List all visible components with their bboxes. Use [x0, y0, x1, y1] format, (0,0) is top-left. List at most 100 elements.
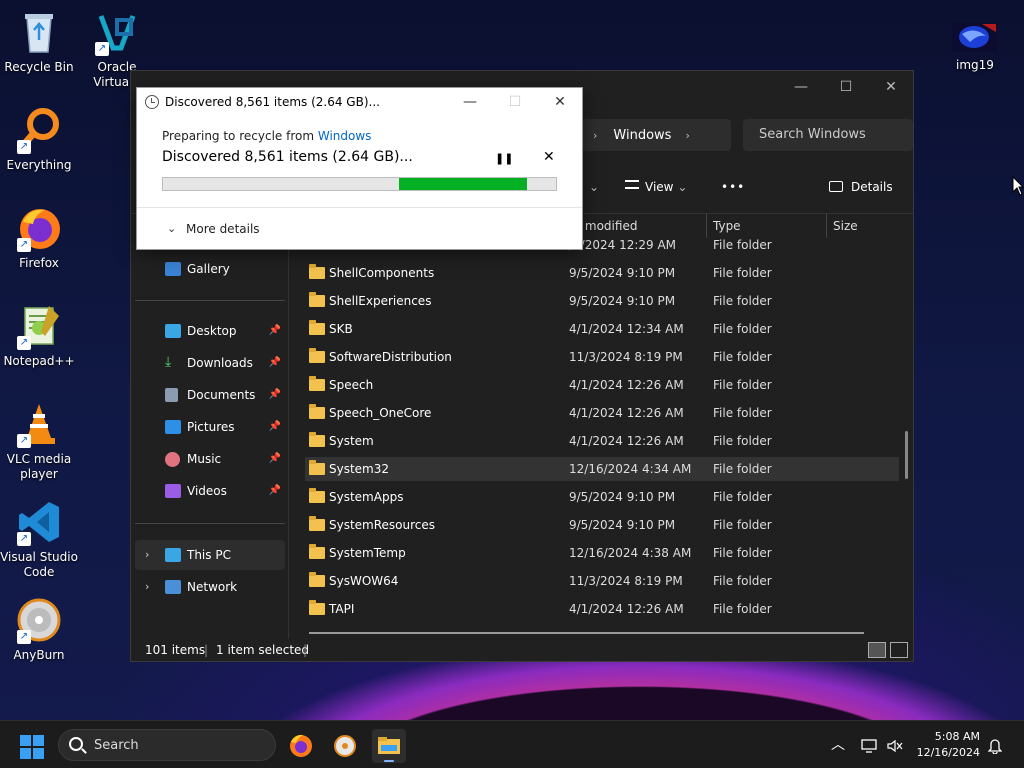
progress-bar [162, 177, 557, 191]
nav-item-downloads[interactable]: ⤓ Downloads 📌 [135, 348, 285, 378]
nav-item-music[interactable]: Music 📌 [135, 444, 285, 474]
folder-icon [309, 376, 325, 391]
desktop-icon-vscode[interactable]: ↗ Visual Studio Code [0, 498, 78, 580]
gallery-icon [165, 262, 181, 276]
pause-icon[interactable]: ❚❚ [495, 152, 513, 165]
table-row[interactable]: SysWOW64 11/3/2024 8:19 PM File folder [305, 569, 899, 593]
source-folder-link[interactable]: Windows [318, 129, 372, 143]
network-icon [165, 580, 181, 594]
desktop-icon-anyburn[interactable]: ↗ AnyBurn [0, 596, 78, 663]
discovered-status: Discovered 8,561 items (2.64 GB)... [162, 149, 413, 165]
expand-chevron-icon[interactable]: › [145, 572, 149, 602]
firefox-icon: ↗ [15, 204, 63, 252]
breadcrumb-chevron-icon[interactable]: › [685, 129, 689, 142]
system-clock[interactable]: 5:08 AM 12/16/2024 [910, 729, 980, 761]
close-button[interactable]: ✕ [871, 77, 911, 97]
details-pane-icon [829, 181, 843, 192]
table-row-selected[interactable]: System32 12/16/2024 4:34 AM File folder [305, 457, 899, 481]
desktop-icon-everything[interactable]: ↗ Everything [0, 106, 78, 173]
nav-item-videos[interactable]: Videos 📌 [135, 476, 285, 506]
dialog-title-bar[interactable]: Discovered 8,561 items (2.64 GB)... — ☐ … [137, 88, 582, 116]
vertical-scrollbar-thumb[interactable] [905, 431, 908, 479]
dialog-maximize-button: ☐ [508, 94, 522, 110]
start-button-windows-icon[interactable] [20, 735, 44, 759]
cancel-icon[interactable]: ✕ [543, 149, 555, 165]
notepad-plus-plus-icon: ↗ [15, 302, 63, 350]
horizontal-scrollbar-thumb[interactable] [309, 632, 864, 634]
videos-icon [165, 484, 181, 498]
more-options-button[interactable]: ••• [721, 171, 745, 203]
network-status-icon[interactable] [861, 721, 877, 768]
notification-bell-icon[interactable] [987, 721, 1003, 768]
dialog-close-button[interactable]: ✕ [537, 88, 583, 116]
pin-icon[interactable]: 📌 [269, 316, 281, 346]
desktop-icon-vlc[interactable]: ↗ VLC media player [0, 400, 78, 482]
desktop-icon-recycle-bin[interactable]: Recycle Bin [0, 8, 78, 75]
breadcrumb-windows[interactable]: Windows [613, 128, 671, 143]
search-icon [69, 737, 83, 751]
dialog-title: Discovered 8,561 items (2.64 GB)... [165, 95, 380, 109]
folder-icon [309, 572, 325, 587]
desktop-icon-notepad-plus-plus[interactable]: ↗ Notepad++ [0, 302, 78, 369]
taskbar-firefox-icon[interactable] [284, 729, 318, 763]
table-row[interactable]: ShellComponents 9/5/2024 9:10 PM File fold… [305, 261, 899, 285]
details-view-icon[interactable] [868, 642, 886, 658]
shortcut-arrow-icon: ↗ [17, 434, 31, 448]
pin-icon[interactable]: 📌 [269, 412, 281, 442]
shortcut-arrow-icon: ↗ [17, 238, 31, 252]
show-hidden-icons-chevron[interactable]: ︿ [831, 721, 845, 768]
selection-count: 1 item selected [216, 643, 310, 657]
nav-item-this-pc[interactable]: › This PC [135, 540, 285, 570]
download-arrow-icon: ⤓ [165, 354, 172, 370]
music-icon [165, 452, 180, 467]
search-box[interactable]: Search Windows [743, 119, 913, 151]
minimize-button[interactable]: — [781, 77, 821, 97]
nav-item-documents[interactable]: Documents 📌 [135, 380, 285, 410]
nav-item-network[interactable]: › Network [135, 572, 285, 602]
recycle-progress-dialog: Discovered 8,561 items (2.64 GB)... — ☐ … [136, 87, 583, 250]
nav-item-pictures[interactable]: Pictures 📌 [135, 412, 285, 442]
table-row[interactable]: TAPI 4/1/2024 12:26 AM File folder [305, 597, 899, 621]
pin-icon[interactable]: 📌 [269, 348, 281, 378]
pin-icon[interactable]: 📌 [269, 444, 281, 474]
table-row[interactable]: SystemResources 9/5/2024 9:10 PM File fold… [305, 513, 899, 537]
taskbar-file-explorer-icon[interactable] [372, 729, 406, 763]
expand-chevron-icon[interactable]: › [145, 540, 149, 570]
sort-chevron-icon[interactable]: ⌄ [589, 171, 599, 203]
address-bar[interactable]: › Windows › [581, 119, 731, 151]
view-button[interactable]: View ⌄ [625, 171, 687, 203]
table-row[interactable]: SystemTemp 12/16/2024 4:38 AM File folder [305, 541, 899, 565]
table-row[interactable]: Speech_OneCore 4/1/2024 12:26 AM File fold… [305, 401, 899, 425]
item-count: 101 items [145, 643, 206, 657]
pin-icon[interactable]: 📌 [269, 476, 281, 506]
table-row[interactable]: System 4/1/2024 12:26 AM File folder [305, 429, 899, 453]
vscode-icon: ↗ [15, 498, 63, 546]
file-list: /1/2024 12:29 AM File folder ShellCompon… [305, 231, 899, 631]
desktop-icon-img19[interactable]: img19 [936, 22, 1014, 73]
clock-date: 12/16/2024 [916, 746, 980, 759]
folder-icon [309, 404, 325, 419]
image-thumbnail-icon [952, 22, 998, 52]
shortcut-arrow-icon: ↗ [17, 140, 31, 154]
folder-icon [309, 516, 325, 531]
details-pane-button[interactable]: Details [829, 171, 893, 203]
pin-icon[interactable]: 📌 [269, 380, 281, 410]
table-row[interactable]: ShellExperiences 9/5/2024 9:10 PM File fol… [305, 289, 899, 313]
taskbar-anyburn-icon[interactable] [328, 729, 362, 763]
shortcut-arrow-icon: ↗ [95, 42, 109, 56]
tiles-view-icon[interactable] [890, 642, 908, 658]
table-row[interactable]: SKB 4/1/2024 12:34 AM File folder [305, 317, 899, 341]
table-row[interactable]: Speech 4/1/2024 12:26 AM File folder [305, 373, 899, 397]
mouse-cursor-icon [1012, 176, 1024, 196]
taskbar-search-box[interactable]: Search [58, 729, 276, 761]
dialog-minimize-button[interactable]: — [447, 88, 493, 116]
volume-muted-icon[interactable] [887, 721, 903, 768]
more-details-toggle[interactable]: ⌄ More details [137, 207, 582, 251]
table-row[interactable]: SystemApps 9/5/2024 9:10 PM File folder [305, 485, 899, 509]
maximize-button[interactable]: ☐ [826, 77, 866, 97]
nav-item-gallery[interactable]: Gallery [135, 254, 285, 284]
table-row[interactable]: SoftwareDistribution 11/3/2024 8:19 PM Fil… [305, 345, 899, 369]
desktop-icon-firefox[interactable]: ↗ Firefox [0, 204, 78, 271]
nav-item-desktop[interactable]: Desktop 📌 [135, 316, 285, 346]
this-pc-icon [165, 548, 181, 562]
